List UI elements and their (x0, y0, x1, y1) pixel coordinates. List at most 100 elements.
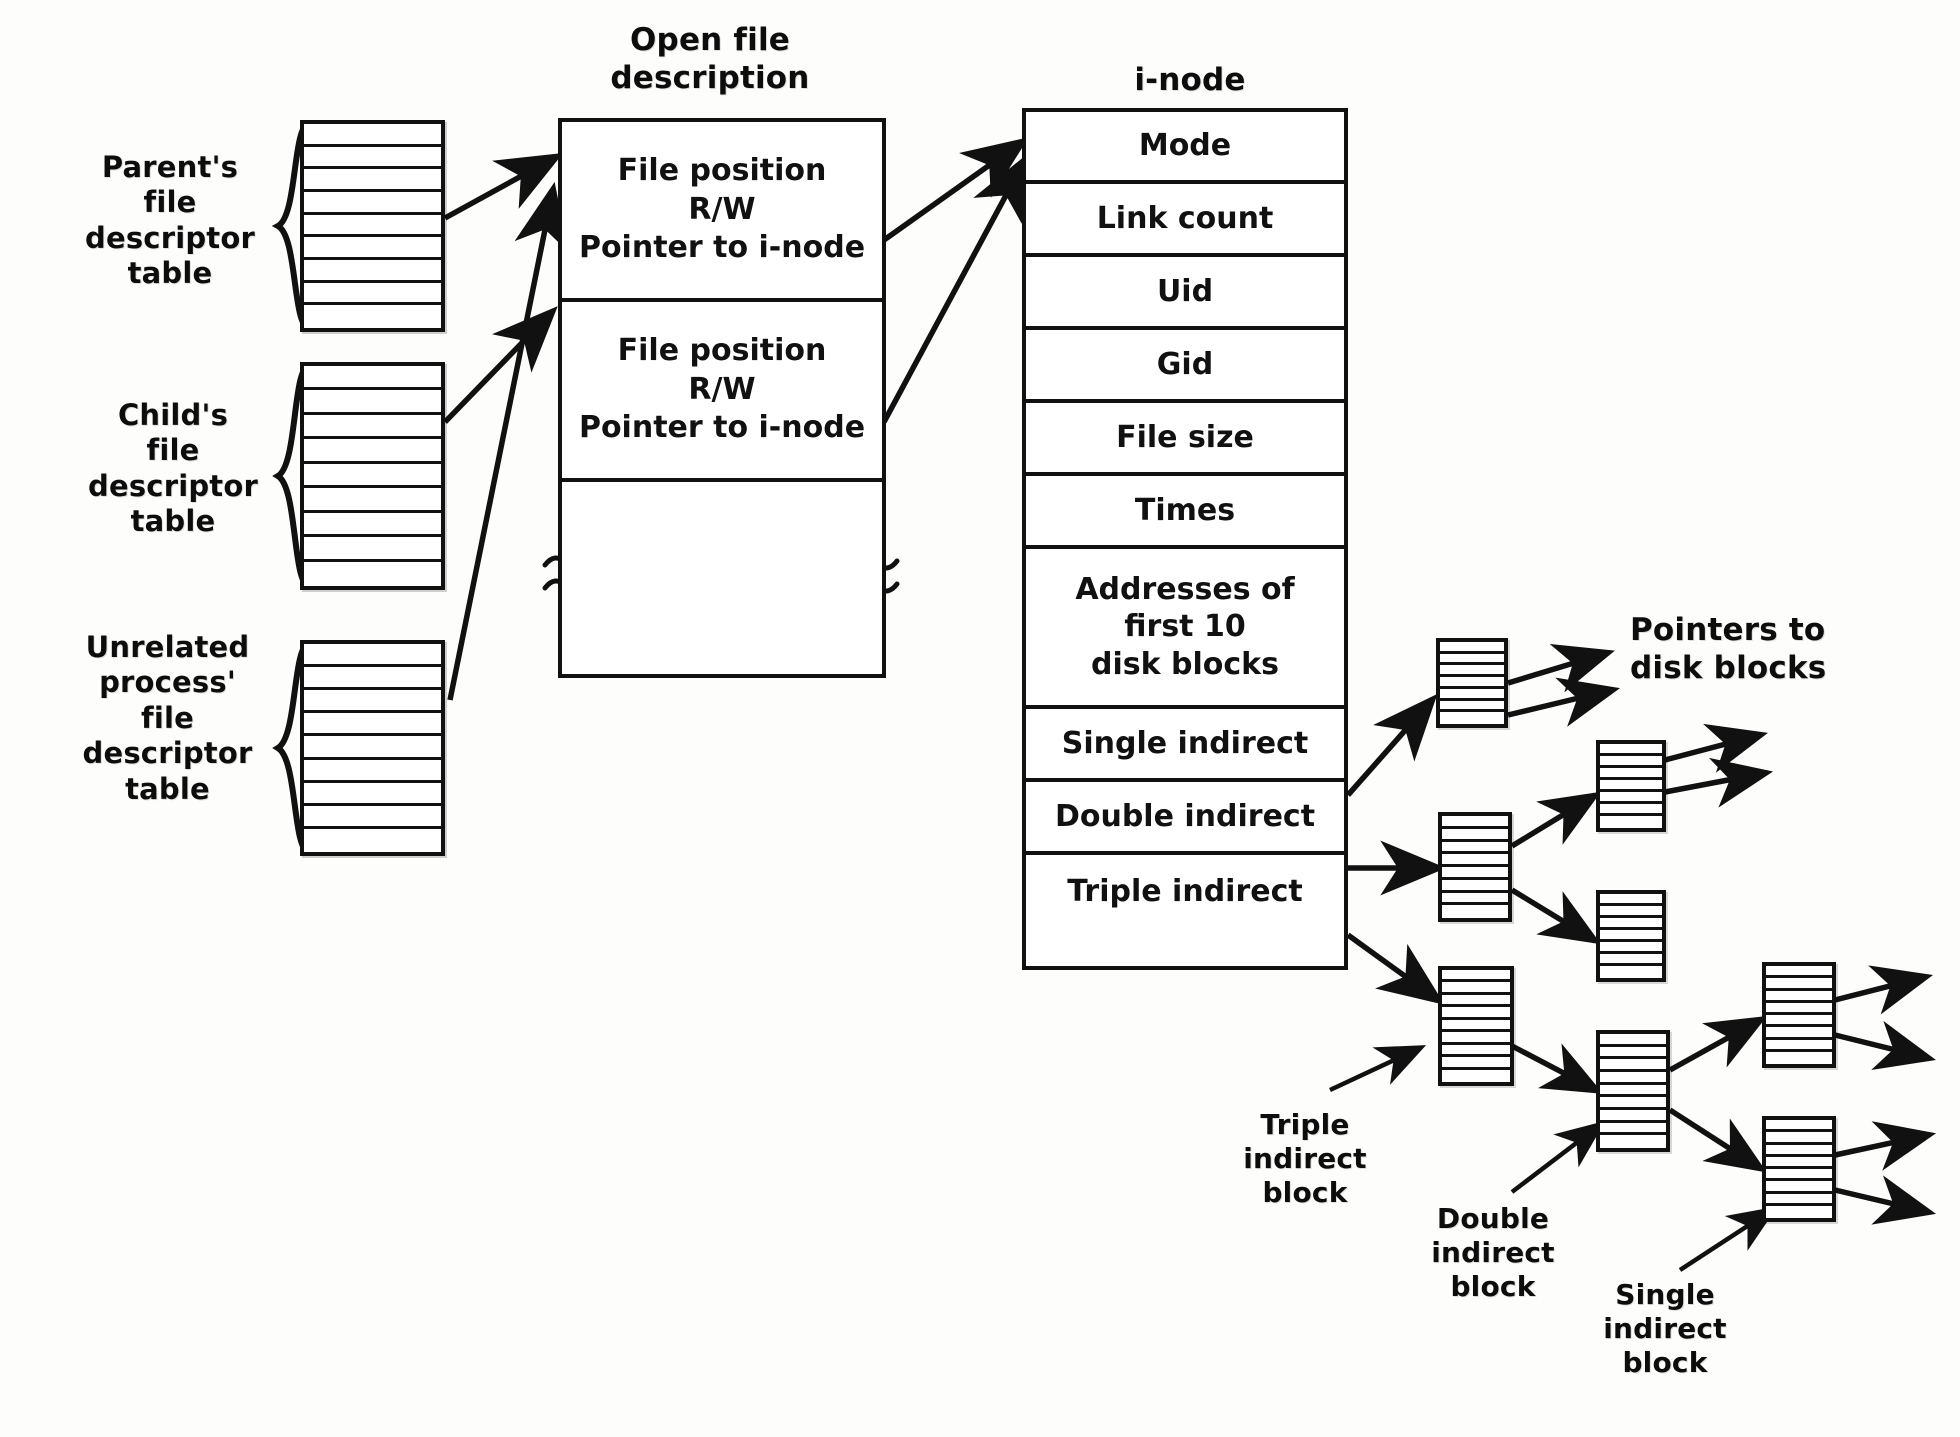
single-indirect-block-right-upper[interactable] (1762, 962, 1836, 1068)
fd-table-slot[interactable] (304, 783, 441, 806)
inode-row-single-indirect[interactable]: Single indirect (1026, 709, 1344, 782)
fd-table-slot[interactable] (304, 760, 441, 783)
fd-table-slot[interactable] (304, 124, 441, 147)
fd-table-slot[interactable] (304, 215, 441, 238)
fd-table-slot[interactable] (304, 283, 441, 306)
arrow-single-indirect (1345, 693, 1438, 797)
disk-block-slot (1600, 906, 1662, 918)
fd-table-slot[interactable] (304, 439, 441, 464)
unrelated-fd-table[interactable] (300, 640, 445, 856)
inode-row-direct-addresses[interactable]: Addresses of first 10 disk blocks (1026, 549, 1344, 709)
disk-block-slot (1442, 1020, 1510, 1033)
disk-block-slot (1600, 930, 1662, 942)
inode-row-times[interactable]: Times (1026, 476, 1344, 549)
inode-title: i-node (1134, 62, 1246, 98)
open-file-description-entry[interactable]: File position R/W Pointer to i-node (562, 122, 882, 302)
arrow-double-to-single-lower (1668, 1107, 1767, 1173)
arrow-callout-double (1510, 1120, 1606, 1194)
disk-block-slot (1766, 1206, 1832, 1218)
arrow-callout-single (1678, 1206, 1778, 1272)
disk-block-slot (1766, 1015, 1832, 1028)
fd-table-slot[interactable] (304, 537, 441, 562)
fd-table-slot[interactable] (304, 366, 441, 391)
child-fd-table[interactable] (300, 362, 445, 590)
inode-row-label: Triple indirect (1067, 873, 1303, 909)
disk-block-slot (1766, 1027, 1832, 1040)
disk-block-slot (1766, 1052, 1832, 1064)
arrow-blockB-to-subblock-upper (1510, 791, 1602, 849)
inode-row-link-count[interactable]: Link count (1026, 184, 1344, 257)
parent-fd-table[interactable] (300, 120, 445, 332)
disk-block-slot (1766, 1040, 1832, 1052)
inode-row-mode[interactable]: Mode (1026, 112, 1344, 184)
arrow-rightblock1-out1 (1834, 965, 1933, 1015)
triple-indirect-block-label: Triple indirect block (1243, 1108, 1367, 1210)
fd-table-slot[interactable] (304, 415, 441, 440)
fd-table-slot[interactable] (304, 644, 441, 668)
inode-row-label: Single indirect (1061, 725, 1309, 761)
inode-row-label: Uid (1156, 273, 1214, 309)
child-fd-table-label: Child's file descriptor table (88, 398, 258, 539)
fd-table-slot[interactable] (304, 829, 441, 852)
disk-block-slot (1440, 642, 1504, 654)
disk-block-slot (1766, 966, 1832, 979)
fd-table-slot[interactable] (304, 690, 441, 714)
fd-table-slot[interactable] (304, 562, 441, 586)
fd-table-slot[interactable] (304, 736, 441, 760)
disk-pointer-block-lower[interactable] (1596, 890, 1666, 982)
disk-block-slot (1442, 867, 1508, 880)
fd-table-slot[interactable] (304, 667, 441, 691)
ofd-entry-rw: R/W (688, 371, 756, 407)
disk-block-slot (1600, 804, 1662, 816)
arrow-unrelated-to-ofd1 (447, 181, 569, 701)
disk-block-slot (1766, 1169, 1832, 1182)
inode-row-uid[interactable]: Uid (1026, 257, 1344, 330)
open-file-description-empty-region (562, 482, 882, 674)
inode-row-file-size[interactable]: File size (1026, 403, 1344, 476)
disk-block-slot (1600, 756, 1662, 768)
ofd-entry-pointer-to-inode: Pointer to i-node (578, 230, 866, 266)
fd-table-slot[interactable] (304, 192, 441, 215)
inode-row-double-indirect[interactable]: Double indirect (1026, 782, 1344, 855)
arrow-blockC-to-double (1510, 1043, 1604, 1094)
fd-table-slot[interactable] (304, 488, 441, 513)
disk-block-slot (1600, 768, 1662, 780)
open-file-description-box[interactable]: File position R/W Pointer to i-node File… (558, 118, 886, 678)
arrow-subblock-upper-out1 (1664, 723, 1768, 773)
fd-table-slot[interactable] (304, 237, 441, 260)
arrow-blockB-to-subblock-lower (1510, 887, 1602, 945)
inode-row-label: Times (1134, 492, 1236, 528)
fd-table-slot[interactable] (304, 806, 441, 829)
triple-indirect-block[interactable] (1438, 966, 1514, 1086)
disk-pointer-block-upper[interactable] (1596, 740, 1666, 832)
fd-table-slot[interactable] (304, 513, 441, 538)
disk-block-slot (1766, 1181, 1832, 1194)
open-file-description-entry[interactable]: File position R/W Pointer to i-node (562, 302, 882, 482)
disk-block-slot (1766, 1157, 1832, 1169)
disk-block-slot (1600, 1072, 1666, 1085)
double-indirect-block-lower[interactable] (1596, 1030, 1670, 1152)
double-indirect-block[interactable] (1438, 812, 1512, 922)
fd-table-slot[interactable] (304, 713, 441, 737)
disk-block-slot (1600, 1097, 1666, 1110)
fd-table-slot[interactable] (304, 305, 441, 328)
fd-table-slot[interactable] (304, 260, 441, 283)
disk-block-slot (1766, 1132, 1832, 1145)
inode-row-label: File size (1116, 419, 1254, 455)
single-indirect-block-right-lower[interactable] (1762, 1116, 1836, 1222)
unix-file-system-diagram: ofd entry 1 --> ofd entry 2 --> ofd entr… (0, 0, 1960, 1437)
fd-table-slot[interactable] (304, 169, 441, 192)
fd-table-slot[interactable] (304, 390, 441, 415)
fd-table-slot[interactable] (304, 464, 441, 489)
inode-box[interactable]: Mode Link count Uid Gid File size Times … (1022, 108, 1348, 970)
inode-row-triple-indirect[interactable]: Triple indirect (1026, 855, 1344, 928)
single-indirect-block-top[interactable] (1436, 638, 1508, 728)
fd-table-slot[interactable] (304, 147, 441, 170)
inode-row-gid[interactable]: Gid (1026, 330, 1344, 403)
arrow-double-to-single-upper (1668, 1015, 1768, 1073)
disk-block-slot (1442, 829, 1508, 842)
disk-block-slot (1442, 880, 1508, 893)
ofd-entry-rw: R/W (688, 191, 756, 227)
disk-block-slot (1440, 701, 1504, 713)
arrow-subblock-upper-out2 (1664, 757, 1774, 808)
